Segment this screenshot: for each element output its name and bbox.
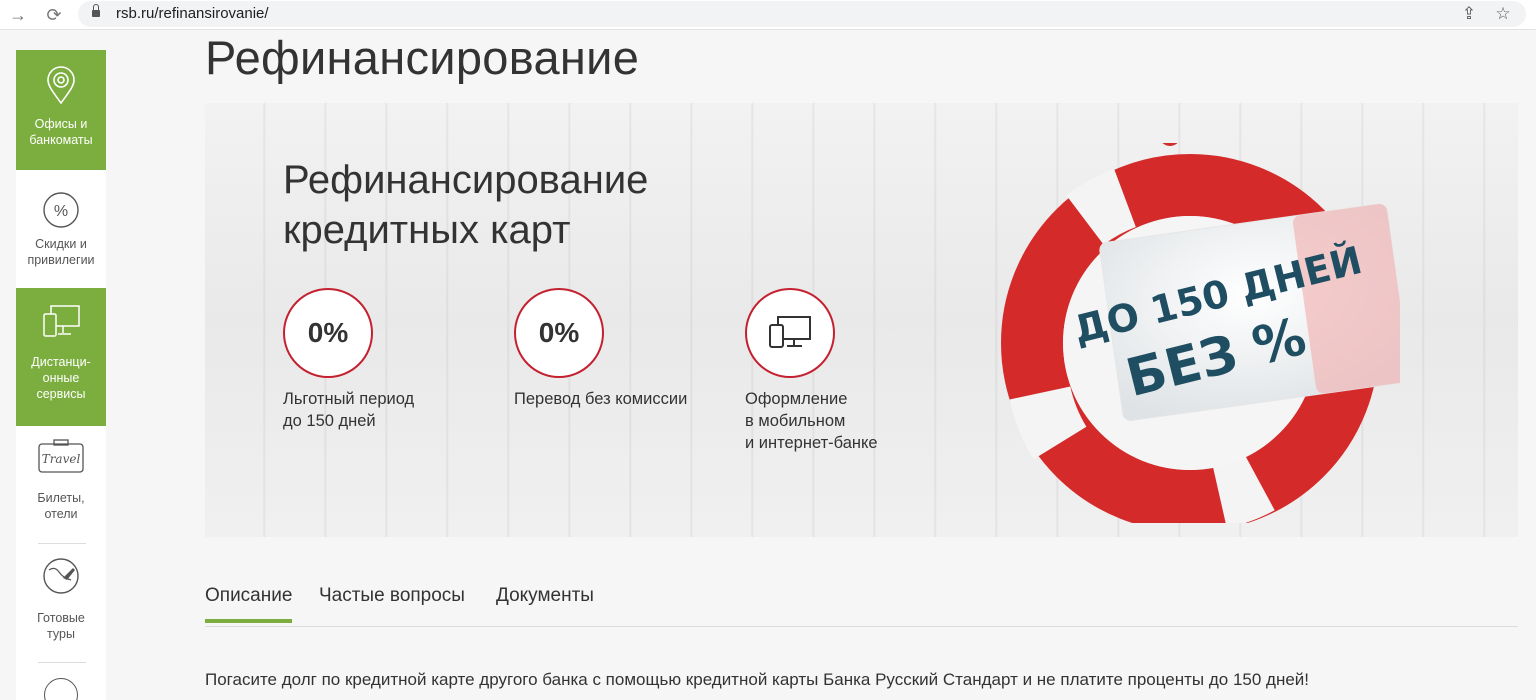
sidebar-item-label: Скидки и привилегии xyxy=(27,237,95,267)
feature-circle xyxy=(745,288,835,378)
page-title: Рефинансирование xyxy=(205,31,640,84)
feature-text: Льготный период до 150 дней xyxy=(283,390,415,430)
sidebar-item-offices[interactable]: Офисы и банкоматы xyxy=(16,50,106,170)
tab-documents[interactable]: Документы xyxy=(496,585,594,619)
sidebar-item-tours[interactable]: Готовые туры xyxy=(16,544,106,662)
feature-circle: 0% xyxy=(283,288,373,378)
devices-icon xyxy=(43,305,80,337)
location-pin-icon xyxy=(47,66,75,105)
sidebar-divider xyxy=(38,662,86,663)
share-icon[interactable]: ⇪ xyxy=(1458,3,1480,25)
sidebar-item-tickets[interactable]: Travel Билеты, отели xyxy=(16,426,106,542)
sidebar-item-discounts[interactable]: % Скидки и привилегии xyxy=(16,170,106,288)
more-icon[interactable] xyxy=(44,678,78,700)
tab-description[interactable]: Описание xyxy=(205,585,293,623)
sidebar-item-label: Готовые туры xyxy=(37,611,85,641)
address-bar[interactable]: rsb.ru/refinansirovanie/ ⇪ ☆ xyxy=(78,1,1526,27)
banner-title-line2: кредитных карт xyxy=(283,208,571,252)
feature-text: Перевод без комиссии xyxy=(514,390,688,408)
banner-title-line1: Рефинансирование xyxy=(283,158,649,202)
feature-circle: 0% xyxy=(514,288,604,378)
travel-suitcase-icon: Travel xyxy=(38,439,84,473)
sidebar-item-label: Билеты, отели xyxy=(37,491,85,521)
tab-faq[interactable]: Частые вопросы xyxy=(319,585,465,619)
banner-title: Рефинансирование кредитных карт xyxy=(283,155,803,255)
url-text[interactable]: rsb.ru/refinansirovanie/ xyxy=(116,5,269,22)
globe-plane-icon xyxy=(43,558,79,594)
feature-online: Оформление в мобильном и интернет-банке xyxy=(745,288,955,454)
percent-icon: % xyxy=(43,192,79,228)
feature-text: Оформление в мобильном и интернет-банке xyxy=(745,390,878,452)
feature-grace-period: 0% Льготный период до 150 дней xyxy=(283,288,493,432)
svg-text:%: % xyxy=(54,203,68,220)
promo-banner: Рефинансирование кредитных карт 0% Льгот… xyxy=(205,103,1518,537)
reload-icon[interactable]: ⟳ xyxy=(42,3,66,27)
devices-icon xyxy=(769,316,811,348)
lock-icon xyxy=(92,4,100,17)
sidebar: Офисы и банкоматы % Скидки и привилегии … xyxy=(16,50,106,700)
star-icon[interactable]: ☆ xyxy=(1492,3,1514,25)
feature-transfer: 0% Перевод без комиссии xyxy=(514,288,724,410)
description-text: Погасите долг по кредитной карте другого… xyxy=(205,670,1310,689)
sidebar-item-remote-services[interactable]: Дистанци- онные сервисы xyxy=(16,288,106,426)
content-tabs: Описание Частые вопросы Документы xyxy=(205,585,1518,627)
browser-toolbar: → ⟳ rsb.ru/refinansirovanie/ ⇪ ☆ xyxy=(0,0,1536,30)
forward-arrow-icon[interactable]: → xyxy=(6,3,30,27)
svg-text:Travel: Travel xyxy=(42,452,81,466)
sidebar-item-label: Дистанци- онные сервисы xyxy=(31,355,91,401)
sidebar-item-label: Офисы и банкоматы xyxy=(29,117,93,147)
